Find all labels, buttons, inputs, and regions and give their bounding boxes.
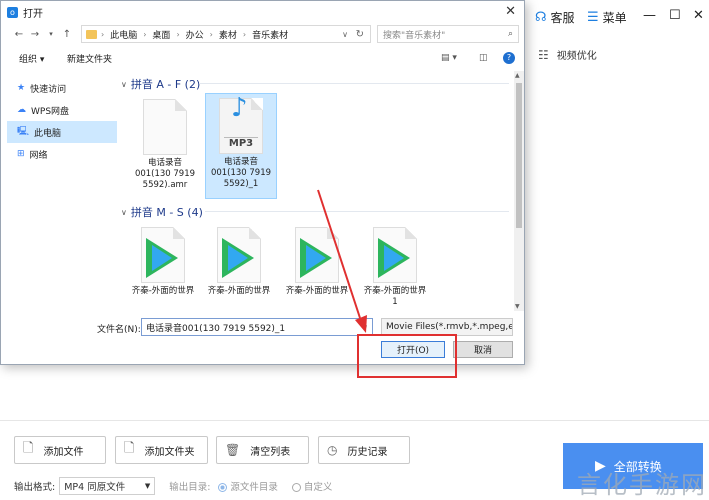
video-file-icon bbox=[295, 227, 339, 283]
file-plus-icon: 🗋 bbox=[23, 441, 34, 456]
minimize-icon[interactable]: — bbox=[643, 8, 656, 23]
radio-icon bbox=[291, 483, 301, 492]
nav-item-this-pc[interactable]: 🖳 此电脑 bbox=[7, 121, 117, 143]
cancel-button[interactable]: 取消 bbox=[453, 341, 513, 358]
video-file-icon bbox=[217, 227, 261, 283]
app-footer: 🗋 添加文件 🗋 添加文件夹 🗑 清空列表 ◷ 历史记录 ▶ 全部转换 输出格式… bbox=[0, 420, 709, 500]
filename-label: 文件名(N): bbox=[97, 325, 141, 335]
address-bar[interactable]: › 此电脑 › 桌面 › 办公 › 素材 › 音乐素材 ∨ ↻ bbox=[81, 25, 371, 43]
network-icon: ⊞ bbox=[17, 149, 25, 159]
computer-icon: 🖳 bbox=[17, 127, 30, 137]
video-file-icon bbox=[373, 227, 417, 283]
menu-icon: ☰ bbox=[587, 10, 599, 25]
nav-item-quick-access[interactable]: ★ 快速访问 bbox=[7, 77, 117, 99]
highlight-box bbox=[357, 334, 457, 378]
output-options: 输出格式: MP4 同原文件 ▼ 输出目录: 源文件目录 自定义 bbox=[14, 477, 332, 495]
app-icon: o bbox=[7, 6, 18, 18]
navigation-pane: ★ 快速访问 ☁ WPS网盘 🖳 此电脑 ⊞ 网络 bbox=[7, 71, 117, 311]
forward-arrow-icon[interactable]: → bbox=[27, 29, 43, 40]
file-item[interactable]: 齐秦-外面的世界 1 bbox=[359, 223, 431, 311]
folder-plus-icon: 🗋 bbox=[124, 441, 135, 456]
history-button[interactable]: ◷ 历史记录 bbox=[318, 436, 410, 464]
new-folder-button[interactable]: 新建文件夹 bbox=[67, 52, 112, 65]
service-button[interactable]: ☊ 客服 bbox=[535, 9, 575, 26]
refresh-icon[interactable]: ↻ bbox=[356, 29, 364, 40]
output-format-select[interactable]: MP4 同原文件 ▼ bbox=[59, 477, 156, 495]
file-item[interactable]: 齐秦-外面的世界 bbox=[203, 223, 275, 311]
chevron-down-icon[interactable]: ∨ bbox=[342, 30, 348, 39]
cloud-icon: ☁ bbox=[17, 105, 26, 115]
file-item[interactable]: 齐秦-外面的世界 bbox=[281, 223, 353, 311]
chevron-down-icon: ∨ bbox=[121, 207, 127, 217]
clock-icon: ◷ bbox=[327, 443, 338, 457]
file-item-selected[interactable]: ♪ MP3 电话录音 001(130 7919 5592)_1 bbox=[205, 93, 277, 199]
scroll-thumb[interactable] bbox=[516, 83, 522, 228]
filename-input[interactable]: 电话录音001(130 7919 5592)_1 ∨ bbox=[141, 318, 373, 336]
radio-custom-dir[interactable]: 自定义 bbox=[291, 479, 332, 493]
up-arrow-icon[interactable]: ↑ bbox=[59, 29, 75, 40]
group-header[interactable]: ∨ 拼音 A - F (2) bbox=[121, 76, 200, 92]
radio-icon bbox=[218, 483, 228, 492]
close-icon[interactable]: ✕ bbox=[693, 8, 704, 23]
open-file-dialog: o 打开 ✕ ← → ▾ ↑ › 此电脑 › 桌面 › 办公 › 素材 › 音乐… bbox=[0, 0, 525, 365]
recent-dropdown-icon[interactable]: ▾ bbox=[43, 30, 59, 38]
file-list: ∨ 拼音 A - F (2) 电话录音 001(130 7919 5592).a… bbox=[119, 71, 514, 311]
address-row: ← → ▾ ↑ › 此电脑 › 桌面 › 办公 › 素材 › 音乐素材 ∨ ↻ … bbox=[1, 23, 524, 45]
breadcrumb-item[interactable]: 桌面 bbox=[152, 28, 170, 41]
add-folder-button[interactable]: 🗋 添加文件夹 bbox=[115, 436, 208, 464]
file-icon bbox=[143, 99, 187, 155]
group-header[interactable]: ∨ 拼音 M - S (4) bbox=[121, 204, 203, 220]
search-input[interactable]: 搜索"音乐素材" ⌕ bbox=[377, 25, 519, 43]
view-options-icon[interactable]: ▤ ▾ bbox=[441, 53, 457, 63]
organize-menu[interactable]: 组织 ▾ bbox=[19, 52, 44, 65]
menu-button[interactable]: ☰ 菜单 bbox=[587, 9, 627, 26]
chevron-down-icon[interactable]: ∨ bbox=[362, 323, 368, 332]
mp3-file-icon: ♪ MP3 bbox=[219, 93, 263, 154]
app-header: ☊ 客服 ☰ 菜单 — ☐ ✕ bbox=[525, 0, 709, 36]
folder-icon bbox=[86, 29, 97, 39]
video-optimize-button[interactable]: ☷ 视频优化 bbox=[538, 47, 597, 63]
sliders-icon: ☷ bbox=[538, 47, 549, 62]
chevron-down-icon: ▼ bbox=[144, 482, 151, 490]
dialog-close-icon[interactable]: ✕ bbox=[505, 4, 516, 19]
music-note-icon: ♪ bbox=[231, 93, 248, 123]
nav-item-wps-cloud[interactable]: ☁ WPS网盘 bbox=[7, 99, 117, 121]
trash-icon: 🗑 bbox=[225, 443, 241, 457]
watermark: 言化手游网 bbox=[577, 471, 707, 499]
search-icon: ⌕ bbox=[507, 29, 513, 39]
headset-icon: ☊ bbox=[535, 10, 547, 25]
dialog-titlebar: o 打开 bbox=[1, 1, 524, 23]
file-item[interactable]: 电话录音 001(130 7919 5592).amr bbox=[129, 95, 201, 200]
file-item[interactable]: 齐秦-外面的世界 bbox=[127, 223, 199, 311]
maximize-icon[interactable]: ☐ bbox=[669, 8, 681, 23]
scroll-down-icon[interactable]: ▼ bbox=[515, 303, 520, 310]
star-icon: ★ bbox=[17, 83, 26, 93]
breadcrumb-item[interactable]: 音乐素材 bbox=[252, 28, 288, 41]
preview-pane-icon[interactable]: ◫ bbox=[479, 53, 488, 63]
chevron-down-icon: ∨ bbox=[121, 79, 127, 89]
help-icon[interactable]: ? bbox=[503, 52, 515, 64]
vertical-scrollbar[interactable]: ▲ ▼ bbox=[514, 71, 524, 311]
video-file-icon bbox=[141, 227, 185, 283]
dialog-toolbar: 组织 ▾ 新建文件夹 ▤ ▾ ◫ ? bbox=[1, 48, 524, 68]
clear-list-button[interactable]: 🗑 清空列表 bbox=[216, 436, 309, 464]
breadcrumb-item[interactable]: 办公 bbox=[186, 28, 204, 41]
scroll-up-icon[interactable]: ▲ bbox=[515, 72, 520, 79]
radio-source-dir[interactable]: 源文件目录 bbox=[218, 479, 278, 493]
nav-item-network[interactable]: ⊞ 网络 bbox=[7, 143, 117, 165]
add-file-button[interactable]: 🗋 添加文件 bbox=[14, 436, 106, 464]
breadcrumb-item[interactable]: 此电脑 bbox=[110, 28, 137, 41]
back-arrow-icon[interactable]: ← bbox=[11, 29, 27, 40]
breadcrumb-item[interactable]: 素材 bbox=[219, 28, 237, 41]
